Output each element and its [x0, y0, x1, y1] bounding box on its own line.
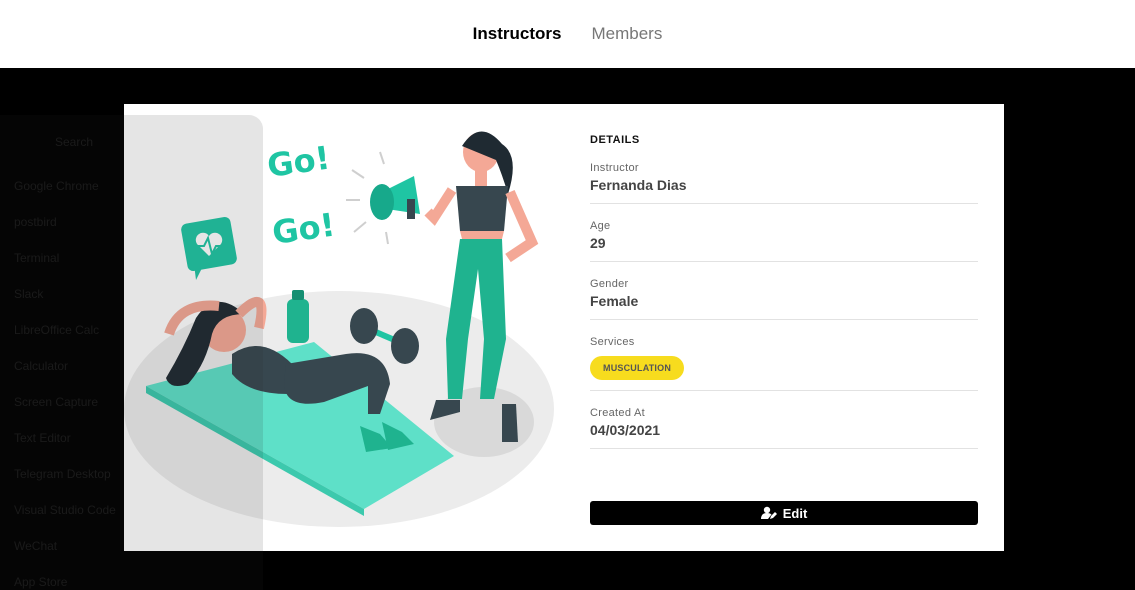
age-label: Age [590, 220, 611, 232]
created-value: 04/03/2021 [590, 422, 661, 438]
details-panel: DETAILS Instructor Fernanda Dias Age 29 … [590, 104, 978, 449]
megaphone-icon [346, 151, 420, 245]
go-text-2: Go! [270, 206, 338, 252]
edit-button[interactable]: Edit [590, 501, 978, 525]
overlay-app-item: Visual Studio Code [14, 503, 116, 517]
age-field: Age 29 [590, 204, 978, 262]
tab-instructors[interactable]: Instructors [473, 24, 562, 44]
overlay-app-item: Slack [14, 287, 44, 301]
tab-members[interactable]: Members [591, 24, 662, 44]
go-text-1: Go! [265, 139, 333, 185]
overlay-app-item: Text Editor [14, 431, 71, 445]
instructor-label: Instructor [590, 162, 639, 174]
heart-bubble-icon [181, 216, 237, 280]
overlay-app-item: Screen Capture [14, 395, 99, 409]
instructor-field: Instructor Fernanda Dias [590, 146, 978, 204]
user-edit-icon [760, 506, 777, 519]
created-field: Created At 04/03/2021 [590, 391, 978, 449]
overlay-search-input: Search [55, 135, 94, 149]
overlay-app-item: App Store [14, 575, 68, 589]
instructor-card: Go! Go! DETAILS Instructor Fernanda Dias… [124, 104, 1004, 551]
top-nav: Instructors Members [0, 0, 1135, 68]
service-badge: MUSCULATION [590, 356, 685, 380]
gender-value: Female [590, 293, 639, 309]
overlay-app-item: postbird [14, 215, 57, 229]
overlay-app-item: Google Chrome [14, 179, 99, 193]
overlay-app-item: Calculator [14, 359, 69, 373]
gender-label: Gender [590, 278, 629, 290]
gender-field: Gender Female [590, 262, 978, 320]
instructor-value: Fernanda Dias [590, 177, 687, 193]
age-value: 29 [590, 235, 606, 251]
services-label: Services [590, 336, 635, 348]
fitness-illustration: Go! Go! [124, 131, 554, 527]
details-title: DETAILS [590, 134, 640, 146]
services-field: Services MUSCULATION [590, 320, 978, 391]
edit-button-label: Edit [782, 505, 808, 521]
created-label: Created At [590, 407, 645, 419]
overlay-app-item: Terminal [14, 251, 60, 265]
overlay-app-item: LibreOffice Calc [14, 323, 100, 337]
overlay-app-item: Telegram Desktop [14, 467, 111, 481]
overlay-app-item: WeChat [14, 539, 58, 553]
